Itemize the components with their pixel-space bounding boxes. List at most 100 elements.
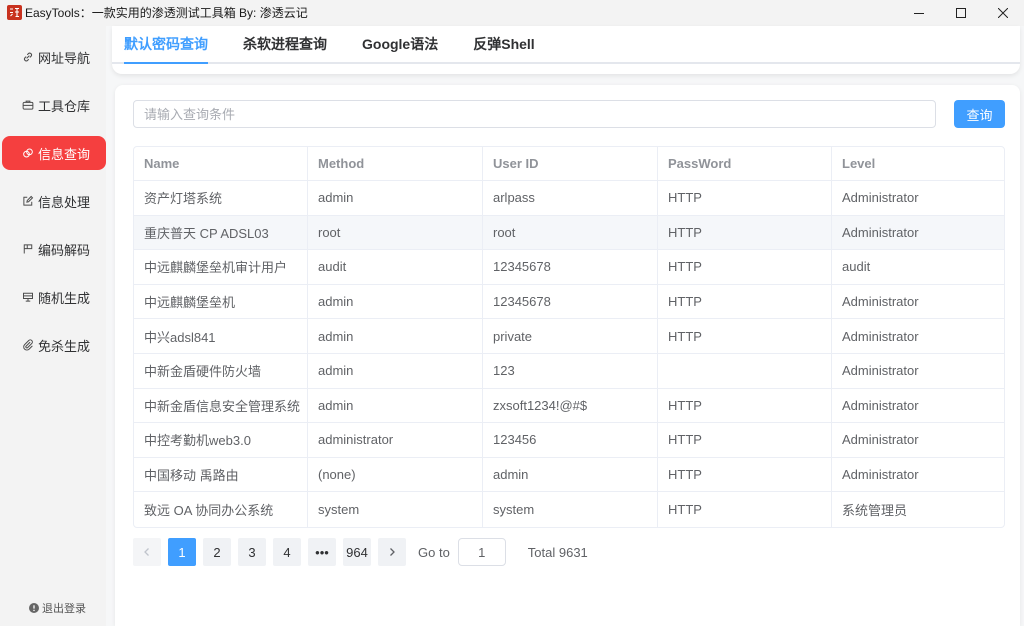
- cell-name: 资产灯塔系统: [134, 181, 308, 215]
- page-button[interactable]: 964: [343, 538, 371, 566]
- cell-level: Administrator: [842, 224, 919, 240]
- table-row[interactable]: 中国移动 禹路由 (none) admin HTTP Administrator: [134, 457, 1004, 493]
- sidebar: 网址导航 工具仓库 信息查询 信息处理 编码解码 随机生成 免杀生成 退出登录: [0, 26, 106, 626]
- window-title: EasyTools：一款实用的渗透测试工具箱 By: 渗透云记: [25, 6, 308, 20]
- table-row[interactable]: 资产灯塔系统 admin arlpass HTTP Administrator: [134, 181, 1004, 216]
- sidebar-item-label: 随机生成: [38, 290, 91, 306]
- sidebar-item-info-process[interactable]: 信息处理: [2, 184, 106, 218]
- cell-user-id: system: [483, 492, 658, 527]
- more-pages-button[interactable]: •••: [308, 538, 336, 566]
- tab-google-syntax[interactable]: Google语法: [362, 26, 438, 62]
- search-button[interactable]: 查询: [954, 100, 1005, 128]
- app-logo: [7, 5, 22, 20]
- tabs-card: 默认密码查询 杀软进程查询 Google语法 反弹Shell: [112, 26, 1020, 74]
- search-input[interactable]: [133, 100, 936, 128]
- table-row[interactable]: 中兴adsl841 admin private HTTP Administrat…: [134, 319, 1004, 354]
- cell-user-id: 123456: [483, 423, 658, 457]
- cell-password: [658, 353, 832, 388]
- page-button[interactable]: 1: [168, 538, 196, 566]
- cell-method: administrator: [308, 423, 483, 457]
- goto-page-input[interactable]: [457, 538, 506, 566]
- cell-name: 中远麒麟堡垒机审计用户: [134, 250, 308, 284]
- cell-method: audit: [308, 250, 483, 284]
- sidebar-item-av-evasion[interactable]: 免杀生成: [2, 328, 106, 362]
- logout-button[interactable]: 退出登录: [29, 600, 86, 616]
- cell-method: admin: [308, 284, 483, 319]
- tab-reverse-shell[interactable]: 反弹Shell: [473, 26, 534, 62]
- goto-label: Go to: [418, 544, 450, 560]
- page-button[interactable]: 2: [203, 538, 231, 566]
- chevron-left-icon: [144, 548, 149, 556]
- sidebar-item-label: 网址导航: [38, 50, 91, 66]
- column-header-user-id[interactable]: User ID: [483, 147, 658, 180]
- title-bar[interactable]: EasyTools：一款实用的渗透测试工具箱 By: 渗透云记: [0, 0, 1024, 26]
- table-row[interactable]: 中新金盾硬件防火墙 admin 123 Administrator: [134, 353, 1004, 389]
- sidebar-item-tool-repo[interactable]: 工具仓库: [2, 88, 106, 122]
- table-row[interactable]: 中远麒麟堡垒机审计用户 audit 12345678 HTTP audit: [134, 250, 1004, 285]
- cell-level: Administrator: [842, 397, 919, 413]
- paperclip-icon: [22, 339, 34, 351]
- column-header-method[interactable]: Method: [308, 147, 483, 180]
- page-button[interactable]: 3: [238, 538, 266, 566]
- cell-password: HTTP: [658, 319, 832, 353]
- cell-level: audit: [842, 259, 871, 275]
- table-row[interactable]: 致远 OA 协同办公系统 system system HTTP 系统管理员: [134, 492, 1004, 527]
- cell-name: 致远 OA 协同办公系统: [134, 492, 308, 527]
- cell-user-id: private: [483, 319, 658, 353]
- cell-name: 中国移动 禹路由: [134, 457, 308, 492]
- table-row[interactable]: 中控考勤机web3.0 administrator 123456 HTTP Ad…: [134, 423, 1004, 458]
- sidebar-item-info-query[interactable]: 信息查询: [2, 136, 106, 170]
- cell-name: 中兴adsl841: [134, 319, 308, 353]
- total-count: Total 9631: [527, 544, 588, 560]
- cell-user-id: 12345678: [483, 250, 658, 284]
- table-row[interactable]: 中远麒麟堡垒机 admin 12345678 HTTP Administrato…: [134, 284, 1004, 320]
- minimize-button[interactable]: [898, 0, 940, 26]
- sidebar-item-encode-decode[interactable]: 编码解码: [2, 232, 106, 266]
- sidebar-item-random-gen[interactable]: 随机生成: [2, 280, 106, 314]
- cell-name: 中新金盾信息安全管理系统: [134, 388, 308, 423]
- main-card: 查询 Name Method User ID PassWord Level 资产…: [115, 85, 1020, 626]
- cell-method: root: [308, 215, 483, 250]
- logout-label: 退出登录: [42, 603, 86, 615]
- cell-password: HTTP: [658, 492, 832, 527]
- cell-password: HTTP: [658, 457, 832, 492]
- column-header-password[interactable]: PassWord: [658, 147, 832, 180]
- column-header-name[interactable]: Name: [134, 147, 308, 180]
- prev-page-button[interactable]: [133, 538, 161, 566]
- column-header-level[interactable]: Level: [832, 147, 1004, 180]
- tab-default-password[interactable]: 默认密码查询: [124, 26, 208, 64]
- table-row[interactable]: 中新金盾信息安全管理系统 admin zxsoft1234!@#$ HTTP A…: [134, 388, 1004, 424]
- table-row[interactable]: 重庆普天 CP ADSL03 root root HTTP Administra…: [134, 215, 1004, 251]
- cell-password: HTTP: [658, 250, 832, 284]
- cell-password: HTTP: [658, 181, 832, 215]
- briefcase-icon: [22, 99, 34, 111]
- cell-name: 中远麒麟堡垒机: [134, 284, 308, 319]
- sidebar-item-label: 编码解码: [38, 242, 91, 258]
- cell-user-id: root: [483, 215, 658, 250]
- table-header-row: Name Method User ID PassWord Level: [134, 147, 1004, 181]
- close-button[interactable]: [982, 0, 1024, 26]
- cell-method: system: [308, 492, 483, 527]
- cell-password: HTTP: [658, 284, 832, 319]
- cell-user-id: arlpass: [483, 181, 658, 215]
- cell-name: 中控考勤机web3.0: [134, 423, 308, 457]
- cell-user-id: 123: [483, 353, 658, 388]
- sidebar-item-url-nav[interactable]: 网址导航: [2, 40, 106, 74]
- next-page-button[interactable]: [378, 538, 406, 566]
- close-icon: [998, 8, 1008, 18]
- cell-password: HTTP: [658, 423, 832, 457]
- sidebar-nav: 网址导航 工具仓库 信息查询 信息处理 编码解码 随机生成 免杀生成: [0, 26, 106, 362]
- maximize-button[interactable]: [940, 0, 982, 26]
- link-rings-icon: [22, 147, 34, 159]
- box-icon: [22, 291, 34, 303]
- minimize-icon: [914, 13, 924, 14]
- link-icon: [22, 51, 34, 63]
- page-button[interactable]: 4: [273, 538, 301, 566]
- cell-method: admin: [308, 353, 483, 388]
- sidebar-item-label: 免杀生成: [38, 338, 91, 354]
- cell-level: Administrator: [842, 467, 919, 483]
- chevron-right-icon: [390, 548, 395, 556]
- tab-av-process[interactable]: 杀软进程查询: [243, 26, 327, 62]
- cell-level: Administrator: [842, 432, 919, 448]
- sidebar-item-label: 信息处理: [38, 194, 91, 210]
